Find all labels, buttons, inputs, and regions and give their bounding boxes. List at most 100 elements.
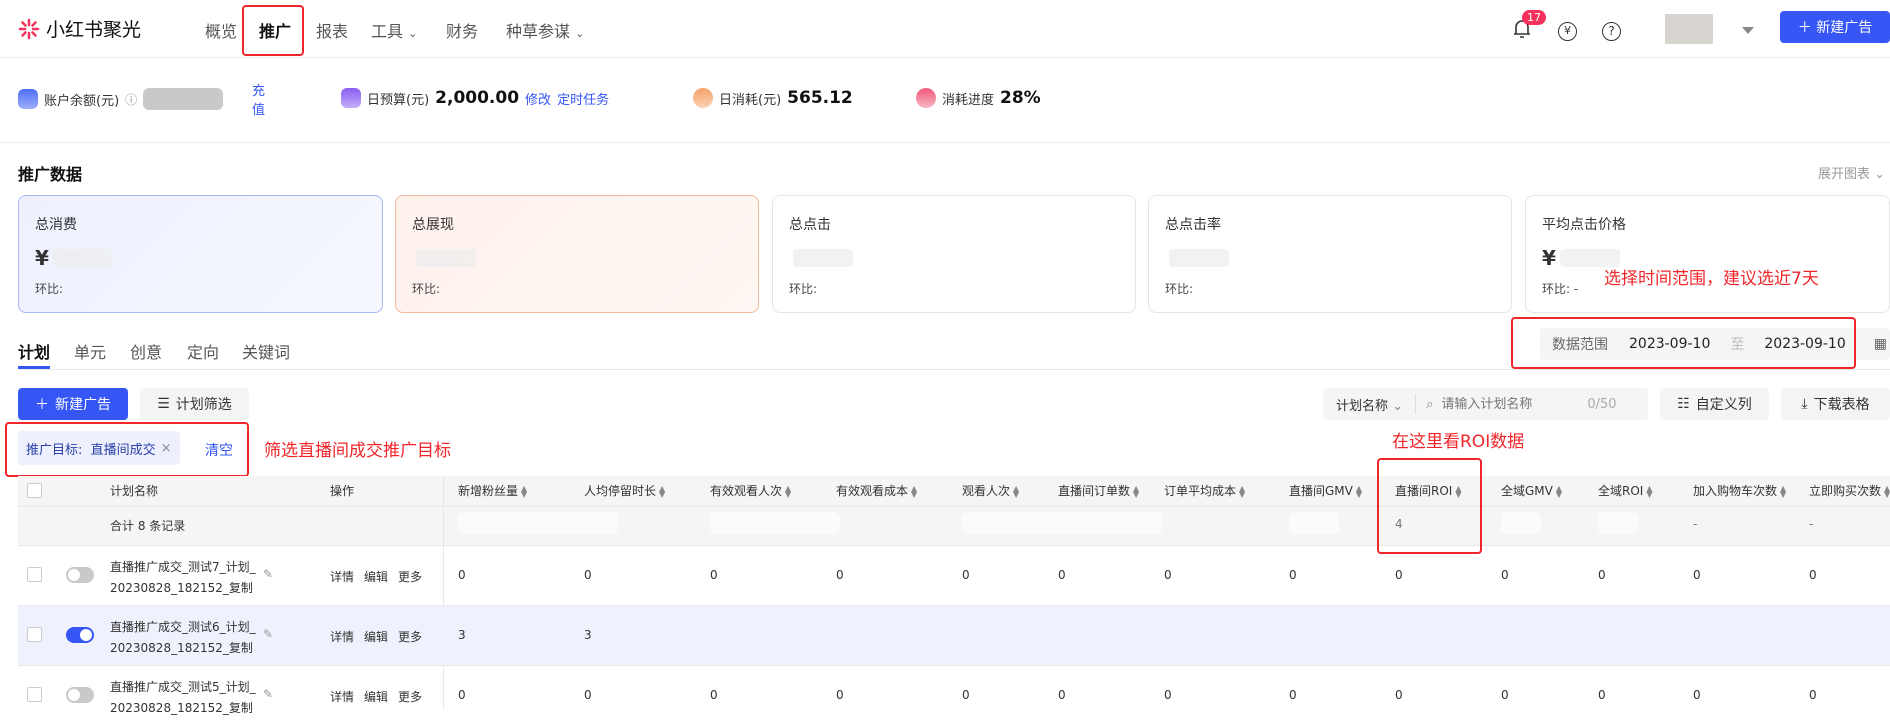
- metric-card[interactable]: 总消费 ¥ 环比:: [18, 195, 383, 313]
- sort-icon[interactable]: ▲ ▼: [1646, 484, 1652, 498]
- total-cell: -: [1809, 517, 1814, 531]
- table-row: [18, 665, 1890, 725]
- nav-finance[interactable]: 财务: [446, 18, 478, 42]
- tab-4[interactable]: 关键词: [242, 339, 290, 363]
- help-icon[interactable]: ?: [1602, 22, 1621, 41]
- sort-icon[interactable]: ▲ ▼: [1556, 484, 1562, 498]
- row-checkbox[interactable]: [27, 627, 42, 642]
- column-header[interactable]: 操作: [330, 476, 354, 506]
- plan-toggle[interactable]: [66, 687, 94, 703]
- start-date[interactable]: 2023-09-10: [1629, 336, 1710, 352]
- tab-3[interactable]: 定向: [187, 339, 219, 363]
- search-input[interactable]: [1441, 396, 1582, 412]
- row-checkbox[interactable]: [27, 567, 42, 582]
- calendar-icon[interactable]: ▦: [1874, 336, 1887, 352]
- column-header[interactable]: 人均停留时长 ▲ ▼: [584, 476, 665, 506]
- column-header[interactable]: 全域GMV ▲ ▼: [1501, 476, 1562, 506]
- modify-budget-link[interactable]: 修改: [525, 89, 551, 108]
- action-1[interactable]: 编辑: [364, 568, 388, 585]
- column-header[interactable]: 直播间ROI ▲ ▼: [1395, 476, 1461, 506]
- filter-tag[interactable]: 推广目标: 直播间成交 ×: [18, 431, 180, 465]
- column-header[interactable]: 计划名称: [110, 476, 158, 506]
- select-all-checkbox[interactable]: [27, 483, 42, 498]
- sort-icon[interactable]: ▲ ▼: [1239, 484, 1245, 498]
- end-date[interactable]: 2023-09-10: [1764, 336, 1845, 352]
- column-header[interactable]: 立即购买次数 ▲ ▼: [1809, 476, 1890, 506]
- clear-filter-link[interactable]: 清空: [205, 440, 233, 460]
- action-2[interactable]: 更多: [398, 628, 422, 645]
- column-header[interactable]: 有效观看成本 ▲ ▼: [836, 476, 917, 506]
- sort-icon[interactable]: ▲ ▼: [1780, 484, 1786, 498]
- notification-button[interactable]: 17: [1512, 10, 1546, 42]
- date-range-picker[interactable]: 数据范围 2023-09-10 至 2023-09-10 ▦: [1540, 328, 1890, 360]
- recharge-link[interactable]: 充值: [252, 82, 266, 120]
- sort-icon[interactable]: ▲ ▼: [785, 484, 791, 498]
- metric-card[interactable]: 总展现 环比:: [395, 195, 759, 313]
- metric-card[interactable]: 平均点击价格 ¥ 环比: -: [1525, 195, 1890, 313]
- sort-icon[interactable]: ▲ ▼: [521, 484, 527, 498]
- plan-name-link[interactable]: 直播推广成交_测试7_计划_20230828_182152_复制: [110, 557, 260, 599]
- action-2[interactable]: 更多: [398, 688, 422, 705]
- metric-card[interactable]: 总点击率 环比:: [1148, 195, 1512, 313]
- custom-columns-button[interactable]: ☷ 自定义列: [1660, 388, 1769, 420]
- action-1[interactable]: 编辑: [364, 628, 388, 645]
- sort-icon[interactable]: ▲ ▼: [1884, 484, 1890, 498]
- sort-icon[interactable]: ▲ ▼: [911, 484, 917, 498]
- plan-toggle[interactable]: [66, 567, 94, 583]
- table-cell: 3: [584, 628, 592, 642]
- action-1[interactable]: 编辑: [364, 688, 388, 705]
- action-0[interactable]: 详情: [330, 628, 354, 645]
- sort-icon[interactable]: ▲ ▼: [1455, 484, 1461, 498]
- column-header[interactable]: 订单平均成本 ▲ ▼: [1164, 476, 1245, 506]
- close-icon[interactable]: ×: [161, 441, 172, 456]
- plan-name-link[interactable]: 直播推广成交_测试6_计划_20230828_182152_复制: [110, 617, 260, 659]
- table-cell: 0: [710, 688, 718, 702]
- header-new-ad-button[interactable]: ＋ 新建广告: [1780, 11, 1890, 43]
- download-table-button[interactable]: ⤓ 下载表格: [1781, 388, 1890, 420]
- edit-name-icon[interactable]: ✎: [263, 567, 273, 581]
- edit-name-icon[interactable]: ✎: [263, 687, 273, 701]
- tab-2[interactable]: 创意: [130, 339, 162, 363]
- tab-0[interactable]: 计划: [18, 339, 50, 363]
- column-header[interactable]: 新增粉丝量 ▲ ▼: [458, 476, 527, 506]
- yen-icon[interactable]: ¥: [1558, 22, 1577, 41]
- column-header[interactable]: 观看人次 ▲ ▼: [962, 476, 1019, 506]
- sort-icon[interactable]: ▲ ▼: [1133, 484, 1139, 498]
- plan-filter-button[interactable]: ☰ 计划筛选: [140, 388, 249, 420]
- column-header[interactable]: 有效观看人次 ▲ ▼: [710, 476, 791, 506]
- sort-icon[interactable]: ▲ ▼: [659, 484, 665, 498]
- help-icon[interactable]: ⓘ: [125, 91, 137, 108]
- expand-chart-toggle[interactable]: 展开图表 ⌄: [1818, 163, 1885, 182]
- nav-planting-advisor[interactable]: 种草参谋 ⌄: [506, 18, 584, 42]
- nav-tools-label: 工具: [371, 22, 404, 41]
- nav-overview[interactable]: 概览: [205, 18, 237, 42]
- logo[interactable]: 小红书聚光: [18, 15, 141, 42]
- search-field-label: 计划名称: [1336, 398, 1389, 414]
- plan-name-link[interactable]: 直播推广成交_测试5_计划_20230828_182152_复制: [110, 677, 260, 719]
- nav-promotion[interactable]: 推广: [259, 18, 291, 42]
- caret-down-icon[interactable]: [1742, 27, 1754, 34]
- sort-icon[interactable]: ▲ ▼: [1356, 484, 1362, 498]
- spend-progress: 消耗进度 28%: [916, 88, 1041, 108]
- avatar[interactable]: [1665, 14, 1713, 44]
- new-ad-button[interactable]: ＋ 新建广告: [18, 388, 128, 420]
- nav-reports[interactable]: 报表: [316, 18, 348, 42]
- action-2[interactable]: 更多: [398, 568, 422, 585]
- column-header[interactable]: 直播间订单数 ▲ ▼: [1058, 476, 1139, 506]
- logo-text: 小红书聚光: [46, 19, 142, 41]
- row-checkbox[interactable]: [27, 687, 42, 702]
- column-header[interactable]: 直播间GMV ▲ ▼: [1289, 476, 1362, 506]
- edit-name-icon[interactable]: ✎: [263, 627, 273, 641]
- tab-1[interactable]: 单元: [74, 339, 106, 363]
- nav-tools[interactable]: 工具 ⌄: [371, 18, 417, 42]
- scheduled-task-link[interactable]: 定时任务: [557, 89, 609, 108]
- search-field-select[interactable]: 计划名称 ⌄: [1336, 395, 1403, 414]
- metric-card[interactable]: 总点击 环比:: [772, 195, 1136, 313]
- action-0[interactable]: 详情: [330, 568, 354, 585]
- daily-budget: 日预算(元) 2,000.00 修改 定时任务: [341, 88, 609, 108]
- column-header[interactable]: 全域ROI ▲ ▼: [1598, 476, 1652, 506]
- sort-icon[interactable]: ▲ ▼: [1013, 484, 1019, 498]
- plan-toggle[interactable]: [66, 627, 94, 643]
- action-0[interactable]: 详情: [330, 688, 354, 705]
- column-header[interactable]: 加入购物车次数 ▲ ▼: [1693, 476, 1786, 506]
